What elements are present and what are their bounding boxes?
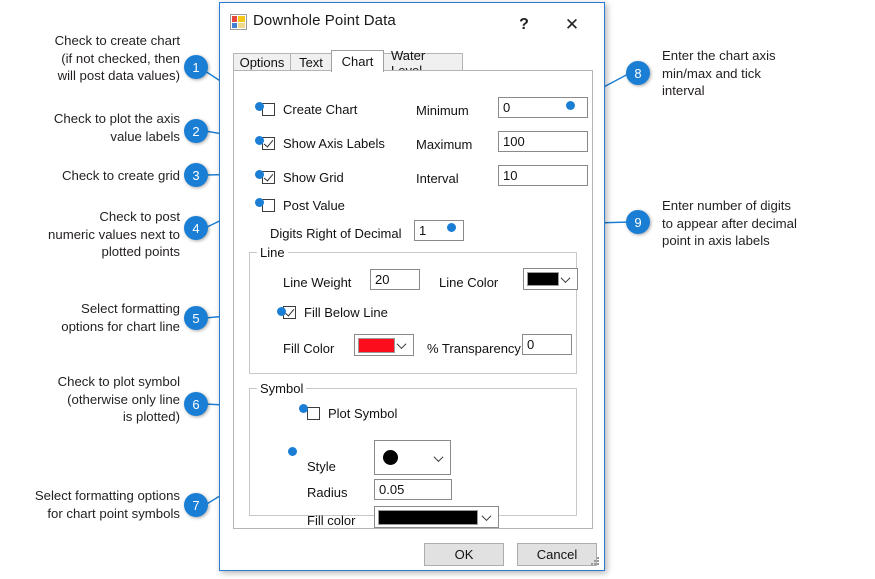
chevron-down-icon bbox=[562, 274, 571, 283]
line-color-swatch bbox=[527, 272, 559, 286]
callout-text-1: Check to create chart (if not checked, t… bbox=[54, 33, 180, 83]
tab-water-level[interactable]: Water Level bbox=[383, 48, 463, 78]
tab-chart[interactable]: Chart bbox=[331, 50, 384, 72]
chevron-down-icon bbox=[435, 452, 444, 461]
interval-input[interactable]: 10 bbox=[498, 165, 588, 186]
cancel-button[interactable]: Cancel bbox=[517, 543, 597, 566]
resize-grip-icon[interactable] bbox=[589, 555, 601, 567]
tab-options[interactable]: Options bbox=[233, 53, 291, 71]
symbol-fill-color-swatch bbox=[378, 509, 478, 525]
screenshot-root: Check to create chart (if not checked, t… bbox=[0, 0, 875, 579]
radius-label: Radius bbox=[307, 485, 348, 500]
post-value-label: Post Value bbox=[283, 198, 345, 213]
style-combo[interactable] bbox=[374, 440, 451, 475]
callout-number-3: 3 bbox=[184, 163, 208, 187]
line-color-combo[interactable] bbox=[523, 268, 578, 290]
callout-text-9: Enter number of digits to appear after d… bbox=[662, 198, 797, 248]
symbol-fill-color-label: Fill color bbox=[307, 513, 356, 528]
symbol-fill-color-combo[interactable] bbox=[374, 506, 499, 528]
dialog-titlebar[interactable]: Downhole Point Data ? ✕ bbox=[220, 3, 604, 41]
create-chart-label: Create Chart bbox=[283, 102, 358, 117]
fill-color-combo[interactable] bbox=[354, 334, 414, 356]
line-weight-input[interactable]: 20 bbox=[370, 269, 420, 290]
transparency-label: % Transparency bbox=[427, 341, 521, 356]
callout-text-4: Check to post numeric values next to plo… bbox=[48, 209, 180, 259]
close-button[interactable]: ✕ bbox=[552, 9, 592, 41]
callout-text-5: Select formatting options for chart line bbox=[61, 301, 180, 334]
symbol-groupbox-title: Symbol bbox=[257, 381, 307, 396]
callout-text-3: Check to create grid bbox=[61, 168, 180, 183]
plot-symbol-checkbox-row[interactable]: Plot Symbol bbox=[307, 406, 397, 421]
callout-number-9: 9 bbox=[626, 210, 650, 234]
line-groupbox: Line Line Weight 20 Line Color Fill Belo… bbox=[249, 245, 578, 374]
anchor-dot-5 bbox=[277, 307, 286, 316]
chevron-down-icon bbox=[398, 340, 407, 349]
show-grid-label: Show Grid bbox=[283, 170, 344, 185]
digits-right-of-decimal-input[interactable]: 1 bbox=[414, 220, 464, 241]
dialog-title: Downhole Point Data bbox=[253, 12, 396, 29]
callout-number-7: 7 bbox=[184, 493, 208, 517]
callout-number-1: 1 bbox=[184, 55, 208, 79]
line-groupbox-title: Line bbox=[257, 245, 288, 260]
tab-strip[interactable]: Options Text Chart Water Level bbox=[233, 48, 593, 78]
anchor-dot-2 bbox=[255, 136, 264, 145]
anchor-dot-4 bbox=[255, 198, 264, 207]
interval-label: Interval bbox=[416, 171, 459, 186]
minimum-label: Minimum bbox=[416, 103, 469, 118]
show-grid-checkbox-row[interactable]: Show Grid bbox=[262, 170, 344, 185]
ok-button[interactable]: OK bbox=[424, 543, 504, 566]
maximum-input[interactable]: 100 bbox=[498, 131, 588, 152]
radius-input[interactable]: 0.05 bbox=[374, 479, 452, 500]
show-axis-labels-checkbox-row[interactable]: Show Axis Labels bbox=[262, 136, 385, 151]
style-label: Style bbox=[307, 459, 336, 474]
line-color-label: Line Color bbox=[439, 275, 499, 290]
callout-number-5: 5 bbox=[184, 306, 208, 330]
callout-number-8: 8 bbox=[626, 61, 650, 85]
plot-symbol-checkbox[interactable] bbox=[307, 407, 320, 420]
fill-below-line-label: Fill Below Line bbox=[304, 305, 388, 320]
plot-symbol-label: Plot Symbol bbox=[328, 406, 398, 421]
maximum-label: Maximum bbox=[416, 137, 473, 152]
transparency-input[interactable]: 0 bbox=[522, 334, 572, 355]
fill-color-label: Fill Color bbox=[283, 341, 335, 356]
show-axis-labels-label: Show Axis Labels bbox=[283, 136, 385, 151]
anchor-dot-9 bbox=[447, 223, 456, 232]
anchor-dot-8 bbox=[566, 101, 575, 110]
fill-below-line-checkbox-row[interactable]: Fill Below Line bbox=[283, 305, 388, 320]
digits-right-of-decimal-label: Digits Right of Decimal bbox=[270, 226, 402, 241]
line-weight-label: Line Weight bbox=[283, 275, 352, 290]
help-button[interactable]: ? bbox=[504, 9, 544, 41]
app-window-icon bbox=[230, 14, 247, 30]
callout-text-6: Check to plot symbol (otherwise only lin… bbox=[57, 374, 180, 424]
anchor-dot-1 bbox=[255, 102, 264, 111]
callout-number-2: 2 bbox=[184, 119, 208, 143]
filled-circle-icon bbox=[383, 450, 398, 465]
create-chart-checkbox-row[interactable]: Create Chart bbox=[262, 102, 357, 117]
callout-number-4: 4 bbox=[184, 216, 208, 240]
callout-number-6: 6 bbox=[184, 392, 208, 416]
downhole-point-data-dialog[interactable]: Downhole Point Data ? ✕ Options Text Cha… bbox=[219, 2, 605, 571]
anchor-dot-7 bbox=[288, 447, 297, 456]
post-value-checkbox-row[interactable]: Post Value bbox=[262, 198, 345, 213]
fill-color-swatch bbox=[358, 337, 395, 353]
anchor-dot-6 bbox=[299, 404, 308, 413]
callout-text-8: Enter the chart axis min/max and tick in… bbox=[662, 48, 776, 98]
chart-tab-page: Create Chart Show Axis Labels Show Grid … bbox=[233, 70, 593, 529]
callout-text-2: Check to plot the axis value labels bbox=[53, 111, 180, 144]
chevron-down-icon bbox=[483, 512, 492, 521]
tab-text[interactable]: Text bbox=[290, 53, 332, 71]
callout-text-7: Select formatting options for chart poin… bbox=[34, 488, 180, 521]
anchor-dot-3 bbox=[255, 170, 264, 179]
